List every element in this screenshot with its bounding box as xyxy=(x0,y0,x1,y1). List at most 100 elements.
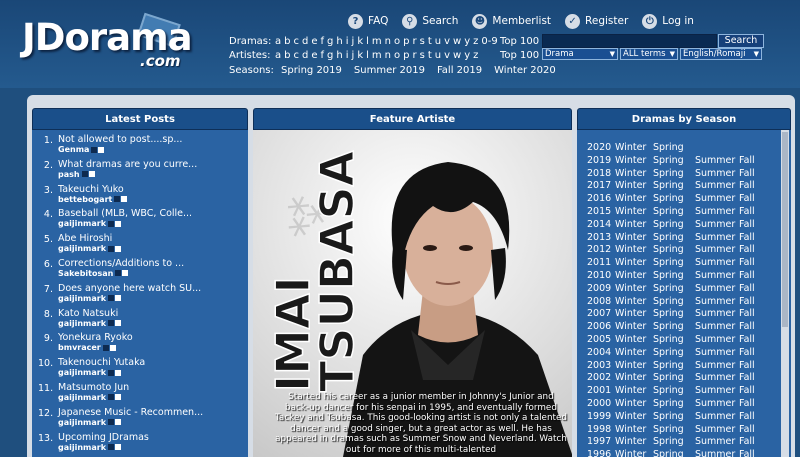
season-cell-link[interactable]: Fall xyxy=(739,385,777,398)
search-button[interactable]: Search xyxy=(718,34,764,48)
season-cell-link[interactable]: Summer xyxy=(695,436,739,449)
season-cell-link[interactable]: Summer xyxy=(695,449,739,457)
search-input[interactable] xyxy=(542,34,717,48)
season-year-link[interactable]: 1996 xyxy=(587,449,615,457)
post-title-link[interactable]: Japanese Music - Recommen... xyxy=(58,407,203,418)
season-cell-link[interactable]: Summer xyxy=(695,385,739,398)
season-cell-link[interactable]: Winter xyxy=(615,168,653,181)
drama-letter-link[interactable]: k xyxy=(357,36,363,47)
season-cell-link[interactable]: Spring xyxy=(653,436,695,449)
season-year-link[interactable]: 2011 xyxy=(587,257,615,270)
artiste-letter-link[interactable]: j xyxy=(352,50,355,61)
season-cell-link[interactable]: Spring xyxy=(653,372,695,385)
season-cell-link[interactable]: Summer xyxy=(695,334,739,347)
season-cell-link[interactable]: Fall xyxy=(739,372,777,385)
season-cell-link[interactable]: Fall xyxy=(739,424,777,437)
post-title-link[interactable]: Not allowed to post....sp... xyxy=(58,134,182,145)
season-cell-link[interactable]: Fall xyxy=(739,436,777,449)
season-cell-link[interactable]: Winter xyxy=(615,360,653,373)
search-terms-select[interactable]: ALL terms ▼ xyxy=(620,48,678,60)
season-link[interactable]: Fall 2019 xyxy=(437,65,482,76)
artiste-letter-link[interactable]: z xyxy=(473,50,478,61)
season-cell-link[interactable]: Spring xyxy=(653,321,695,334)
post-author-link[interactable]: gaijinmark xyxy=(58,244,106,253)
drama-letter-link[interactable]: y xyxy=(464,36,470,47)
post-author-link[interactable]: gaijinmark xyxy=(58,294,106,303)
artiste-letter-link[interactable]: u xyxy=(435,50,441,61)
season-cell-link[interactable]: Summer xyxy=(695,168,739,181)
season-year-link[interactable]: 2004 xyxy=(587,347,615,360)
dramas-top100-link[interactable]: Top 100 xyxy=(500,36,539,47)
season-cell-link[interactable]: Fall xyxy=(739,180,777,193)
season-cell-link[interactable]: Winter xyxy=(615,180,653,193)
season-cell-link[interactable]: Fall xyxy=(739,270,777,283)
site-logo[interactable]: JDorama .com xyxy=(22,12,193,72)
post-arrow-icon[interactable] xyxy=(108,369,122,376)
artiste-letter-link[interactable]: s xyxy=(420,50,425,61)
drama-letter-link[interactable]: f xyxy=(321,36,325,47)
season-cell-link[interactable]: Spring xyxy=(653,296,695,309)
artiste-letter-link[interactable]: r xyxy=(412,50,416,61)
season-cell-link[interactable]: Winter xyxy=(615,436,653,449)
post-author-link[interactable]: gaijinmark xyxy=(58,368,106,377)
season-cell-link[interactable]: Spring xyxy=(653,257,695,270)
post-author-link[interactable]: bettebogart xyxy=(58,195,112,204)
season-cell-link[interactable]: Winter xyxy=(615,142,653,155)
season-cell-link[interactable]: Summer xyxy=(695,219,739,232)
season-cell-link[interactable]: Spring xyxy=(653,283,695,296)
season-cell-link[interactable]: Spring xyxy=(653,193,695,206)
artistes-top100-link[interactable]: Top 100 xyxy=(500,50,539,61)
season-cell-link[interactable]: Summer xyxy=(695,180,739,193)
drama-letter-link[interactable]: l xyxy=(366,36,369,47)
post-author-link[interactable]: gaijinmark xyxy=(58,443,106,452)
drama-letter-link[interactable]: 0-9 xyxy=(481,36,497,47)
season-cell-link[interactable]: Winter xyxy=(615,193,653,206)
season-cell-link[interactable]: Spring xyxy=(653,244,695,257)
season-year-link[interactable]: 2018 xyxy=(587,168,615,181)
drama-letter-link[interactable]: n xyxy=(385,36,391,47)
season-cell-link[interactable]: Spring xyxy=(653,385,695,398)
season-cell-link[interactable]: Spring xyxy=(653,424,695,437)
season-cell-link[interactable]: Fall xyxy=(739,347,777,360)
season-cell-link[interactable]: Summer xyxy=(695,257,739,270)
post-title-link[interactable]: Takenouchi Yutaka xyxy=(58,357,145,368)
season-cell-link[interactable]: Winter xyxy=(615,321,653,334)
season-cell-link[interactable]: Winter xyxy=(615,398,653,411)
artiste-letter-link[interactable]: l xyxy=(366,50,369,61)
drama-letter-link[interactable]: i xyxy=(346,36,349,47)
post-author-link[interactable]: bmvracer xyxy=(58,343,101,352)
season-year-link[interactable]: 2014 xyxy=(587,219,615,232)
season-cell-link[interactable]: Winter xyxy=(615,372,653,385)
season-cell-link[interactable]: Summer xyxy=(695,321,739,334)
season-cell-link[interactable]: Spring xyxy=(653,449,695,457)
nav-register[interactable]: ✓ Register xyxy=(565,12,628,30)
search-language-select[interactable]: English/Romaji ▼ xyxy=(680,48,762,60)
post-title-link[interactable]: What dramas are you curre... xyxy=(58,159,197,170)
season-cell-link[interactable]: Fall xyxy=(739,244,777,257)
season-year-link[interactable]: 2013 xyxy=(587,232,615,245)
season-cell-link[interactable]: Spring xyxy=(653,347,695,360)
season-cell-link[interactable]: Winter xyxy=(615,347,653,360)
season-cell-link[interactable]: Summer xyxy=(695,398,739,411)
nav-faq[interactable]: ? FAQ xyxy=(348,12,388,30)
season-cell-link[interactable]: Fall xyxy=(739,219,777,232)
season-year-link[interactable]: 2002 xyxy=(587,372,615,385)
post-arrow-icon[interactable] xyxy=(108,444,122,451)
season-year-link[interactable]: 2016 xyxy=(587,193,615,206)
post-arrow-icon[interactable] xyxy=(108,295,122,302)
season-cell-link[interactable]: Winter xyxy=(615,449,653,457)
season-cell-link[interactable]: Fall xyxy=(739,193,777,206)
season-cell-link[interactable]: Fall xyxy=(739,449,777,457)
season-year-link[interactable]: 2001 xyxy=(587,385,615,398)
artiste-letter-link[interactable]: c xyxy=(294,50,300,61)
drama-letter-link[interactable]: s xyxy=(420,36,425,47)
post-title-link[interactable]: Corrections/Additions to ... xyxy=(58,258,184,269)
season-year-link[interactable]: 2000 xyxy=(587,398,615,411)
season-scrollbar[interactable] xyxy=(781,130,789,457)
season-cell-link[interactable]: Summer xyxy=(695,232,739,245)
season-cell-link[interactable]: Spring xyxy=(653,180,695,193)
season-cell-link[interactable]: Spring xyxy=(653,232,695,245)
season-cell-link[interactable]: Winter xyxy=(615,308,653,321)
nav-log-in[interactable]: ⏻ Log in xyxy=(642,12,694,30)
artiste-letter-link[interactable]: b xyxy=(284,50,290,61)
